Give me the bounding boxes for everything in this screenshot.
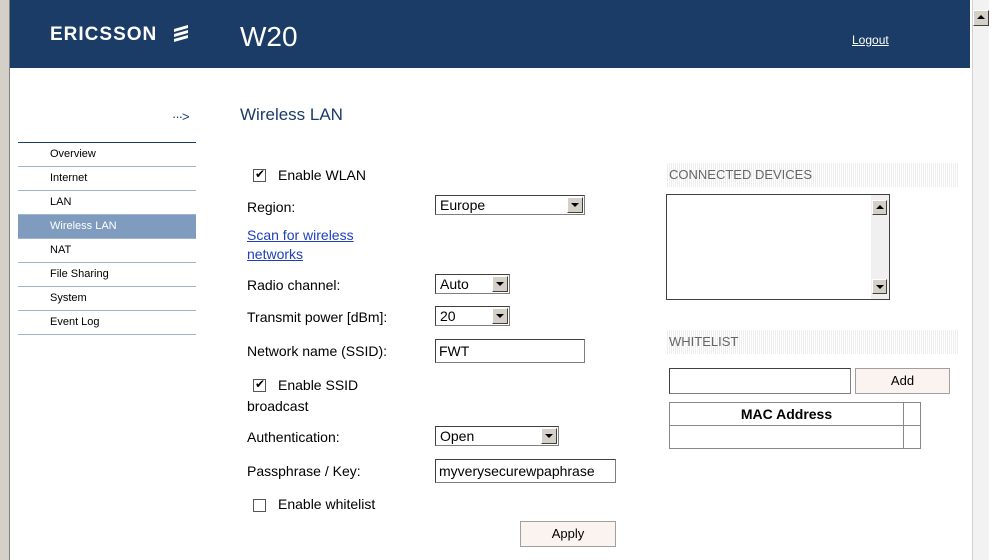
scroll-down-icon[interactable] <box>872 279 887 294</box>
passphrase-label: Passphrase / Key: <box>247 463 361 479</box>
region-select[interactable]: Europe <box>435 195 585 215</box>
authentication-select[interactable]: Open <box>435 426 559 446</box>
chevron-down-icon <box>541 428 557 444</box>
enable-wlan-checkbox[interactable]: ✔ <box>253 167 266 182</box>
nav-item-wireless-lan[interactable]: Wireless LAN <box>18 215 196 239</box>
enable-whitelist-checkbox[interactable] <box>253 499 266 512</box>
nav-item-internet[interactable]: Internet <box>18 167 196 191</box>
radio-channel-select[interactable]: Auto <box>435 274 510 294</box>
nav-arrow-icon: ···> <box>172 109 190 124</box>
connected-devices-title: CONNECTED DEVICES <box>666 163 958 187</box>
whitelist-title: WHITELIST <box>666 330 958 354</box>
logout-link[interactable]: Logout <box>852 33 889 47</box>
transmit-power-value: 20 <box>440 308 456 324</box>
nav-item-event-log[interactable]: Event Log <box>18 311 196 335</box>
radio-channel-value: Auto <box>440 276 469 292</box>
whitelist-add-button[interactable]: Add <box>855 368 950 394</box>
table-row <box>669 425 921 449</box>
scroll-up-icon[interactable] <box>872 200 887 215</box>
region-value: Europe <box>440 197 486 213</box>
scan-link-line1: Scan for wireless <box>247 227 354 243</box>
ssid-broadcast-label-line1: Enable SSID <box>278 377 359 393</box>
list-scrollbar[interactable] <box>871 195 889 299</box>
whitelist-mac-input[interactable] <box>669 368 851 394</box>
table-header-row: MAC Address <box>669 402 921 426</box>
ssid-input[interactable]: FWT <box>435 339 585 363</box>
checkmark-icon: ✔ <box>255 167 266 181</box>
table-header-spacer <box>903 402 921 426</box>
enable-whitelist-label: Enable whitelist <box>278 496 376 512</box>
transmit-power-select[interactable]: 20 <box>435 306 510 326</box>
radio-channel-label: Radio channel: <box>247 277 341 293</box>
table-cell <box>669 425 904 449</box>
brand-logo: ERICSSON <box>50 24 190 46</box>
nav-item-system[interactable]: System <box>18 287 196 311</box>
ericsson-logo-icon <box>173 25 188 42</box>
nav-item-lan[interactable]: LAN <box>18 191 196 215</box>
chevron-down-icon <box>567 197 583 213</box>
page-scrollbar[interactable] <box>972 0 989 560</box>
nav-item-nat[interactable]: NAT <box>18 239 196 263</box>
enable-wlan-label: Enable WLAN <box>278 167 366 183</box>
nav-item-overview[interactable]: Overview <box>18 143 196 167</box>
chevron-down-icon <box>492 276 508 292</box>
region-label: Region: <box>247 199 296 215</box>
sidebar-nav: Overview Internet LAN Wireless LAN NAT F… <box>18 142 196 335</box>
ssid-broadcast-label-line2: broadcast <box>247 398 309 414</box>
mac-address-column-header: MAC Address <box>669 402 904 426</box>
chevron-down-icon <box>492 308 508 324</box>
ssid-label: Network name (SSID): <box>247 343 388 359</box>
passphrase-input[interactable]: myverysecurewpaphrase <box>435 459 616 483</box>
table-cell <box>903 425 921 449</box>
mac-address-table: MAC Address <box>669 402 921 449</box>
brand-name: ERICSSON <box>50 24 158 45</box>
transmit-power-label: Transmit power [dBm]: <box>247 309 388 325</box>
product-name: W20 <box>240 21 298 52</box>
connected-devices-list[interactable] <box>666 194 890 300</box>
scan-networks-link[interactable]: Scan for wireless networks <box>247 226 354 264</box>
scan-link-line2: networks <box>247 246 304 262</box>
scroll-up-icon[interactable] <box>973 10 989 26</box>
checkmark-icon: ✔ <box>255 377 266 391</box>
authentication-label: Authentication: <box>247 429 340 445</box>
window-frame <box>0 0 10 560</box>
page-title: Wireless LAN <box>240 105 343 124</box>
header-bar: ERICSSON W20 Logout <box>10 0 970 68</box>
nav-item-file-sharing[interactable]: File Sharing <box>18 263 196 287</box>
ssid-broadcast-checkbox[interactable]: ✔ <box>253 377 266 392</box>
authentication-value: Open <box>440 428 475 444</box>
apply-button[interactable]: Apply <box>520 521 616 547</box>
